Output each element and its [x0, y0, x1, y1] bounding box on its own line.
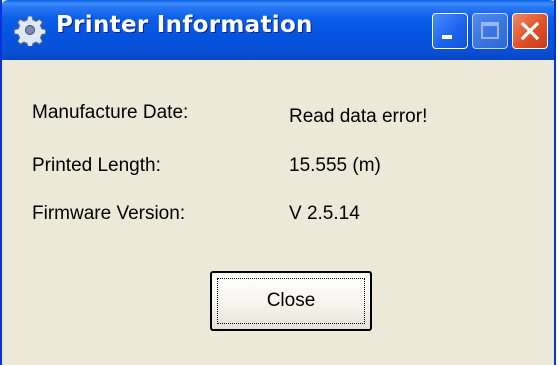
close-button-label: Close: [266, 290, 316, 311]
title-bar[interactable]: Printer Information: [2, 0, 554, 60]
printed-length-value: 15.555 (m): [289, 155, 381, 176]
printed-length-label: Printed Length:: [32, 155, 161, 176]
window-title: Printer Information: [56, 12, 313, 38]
printer-information-dialog: Printer Information Manufacture Date: Re…: [0, 0, 556, 365]
manufacture-date-value: Read data error!: [289, 106, 428, 127]
firmware-version-label: Firmware Version:: [32, 203, 186, 224]
close-window-button[interactable]: [512, 13, 548, 49]
manufacture-date-label: Manufacture Date:: [32, 102, 189, 123]
firmware-version-value: V 2.5.14: [289, 203, 360, 224]
gear-icon: [13, 14, 47, 48]
close-button[interactable]: Close: [210, 271, 372, 331]
minimize-button[interactable]: [432, 13, 468, 49]
maximize-button[interactable]: [472, 13, 508, 49]
